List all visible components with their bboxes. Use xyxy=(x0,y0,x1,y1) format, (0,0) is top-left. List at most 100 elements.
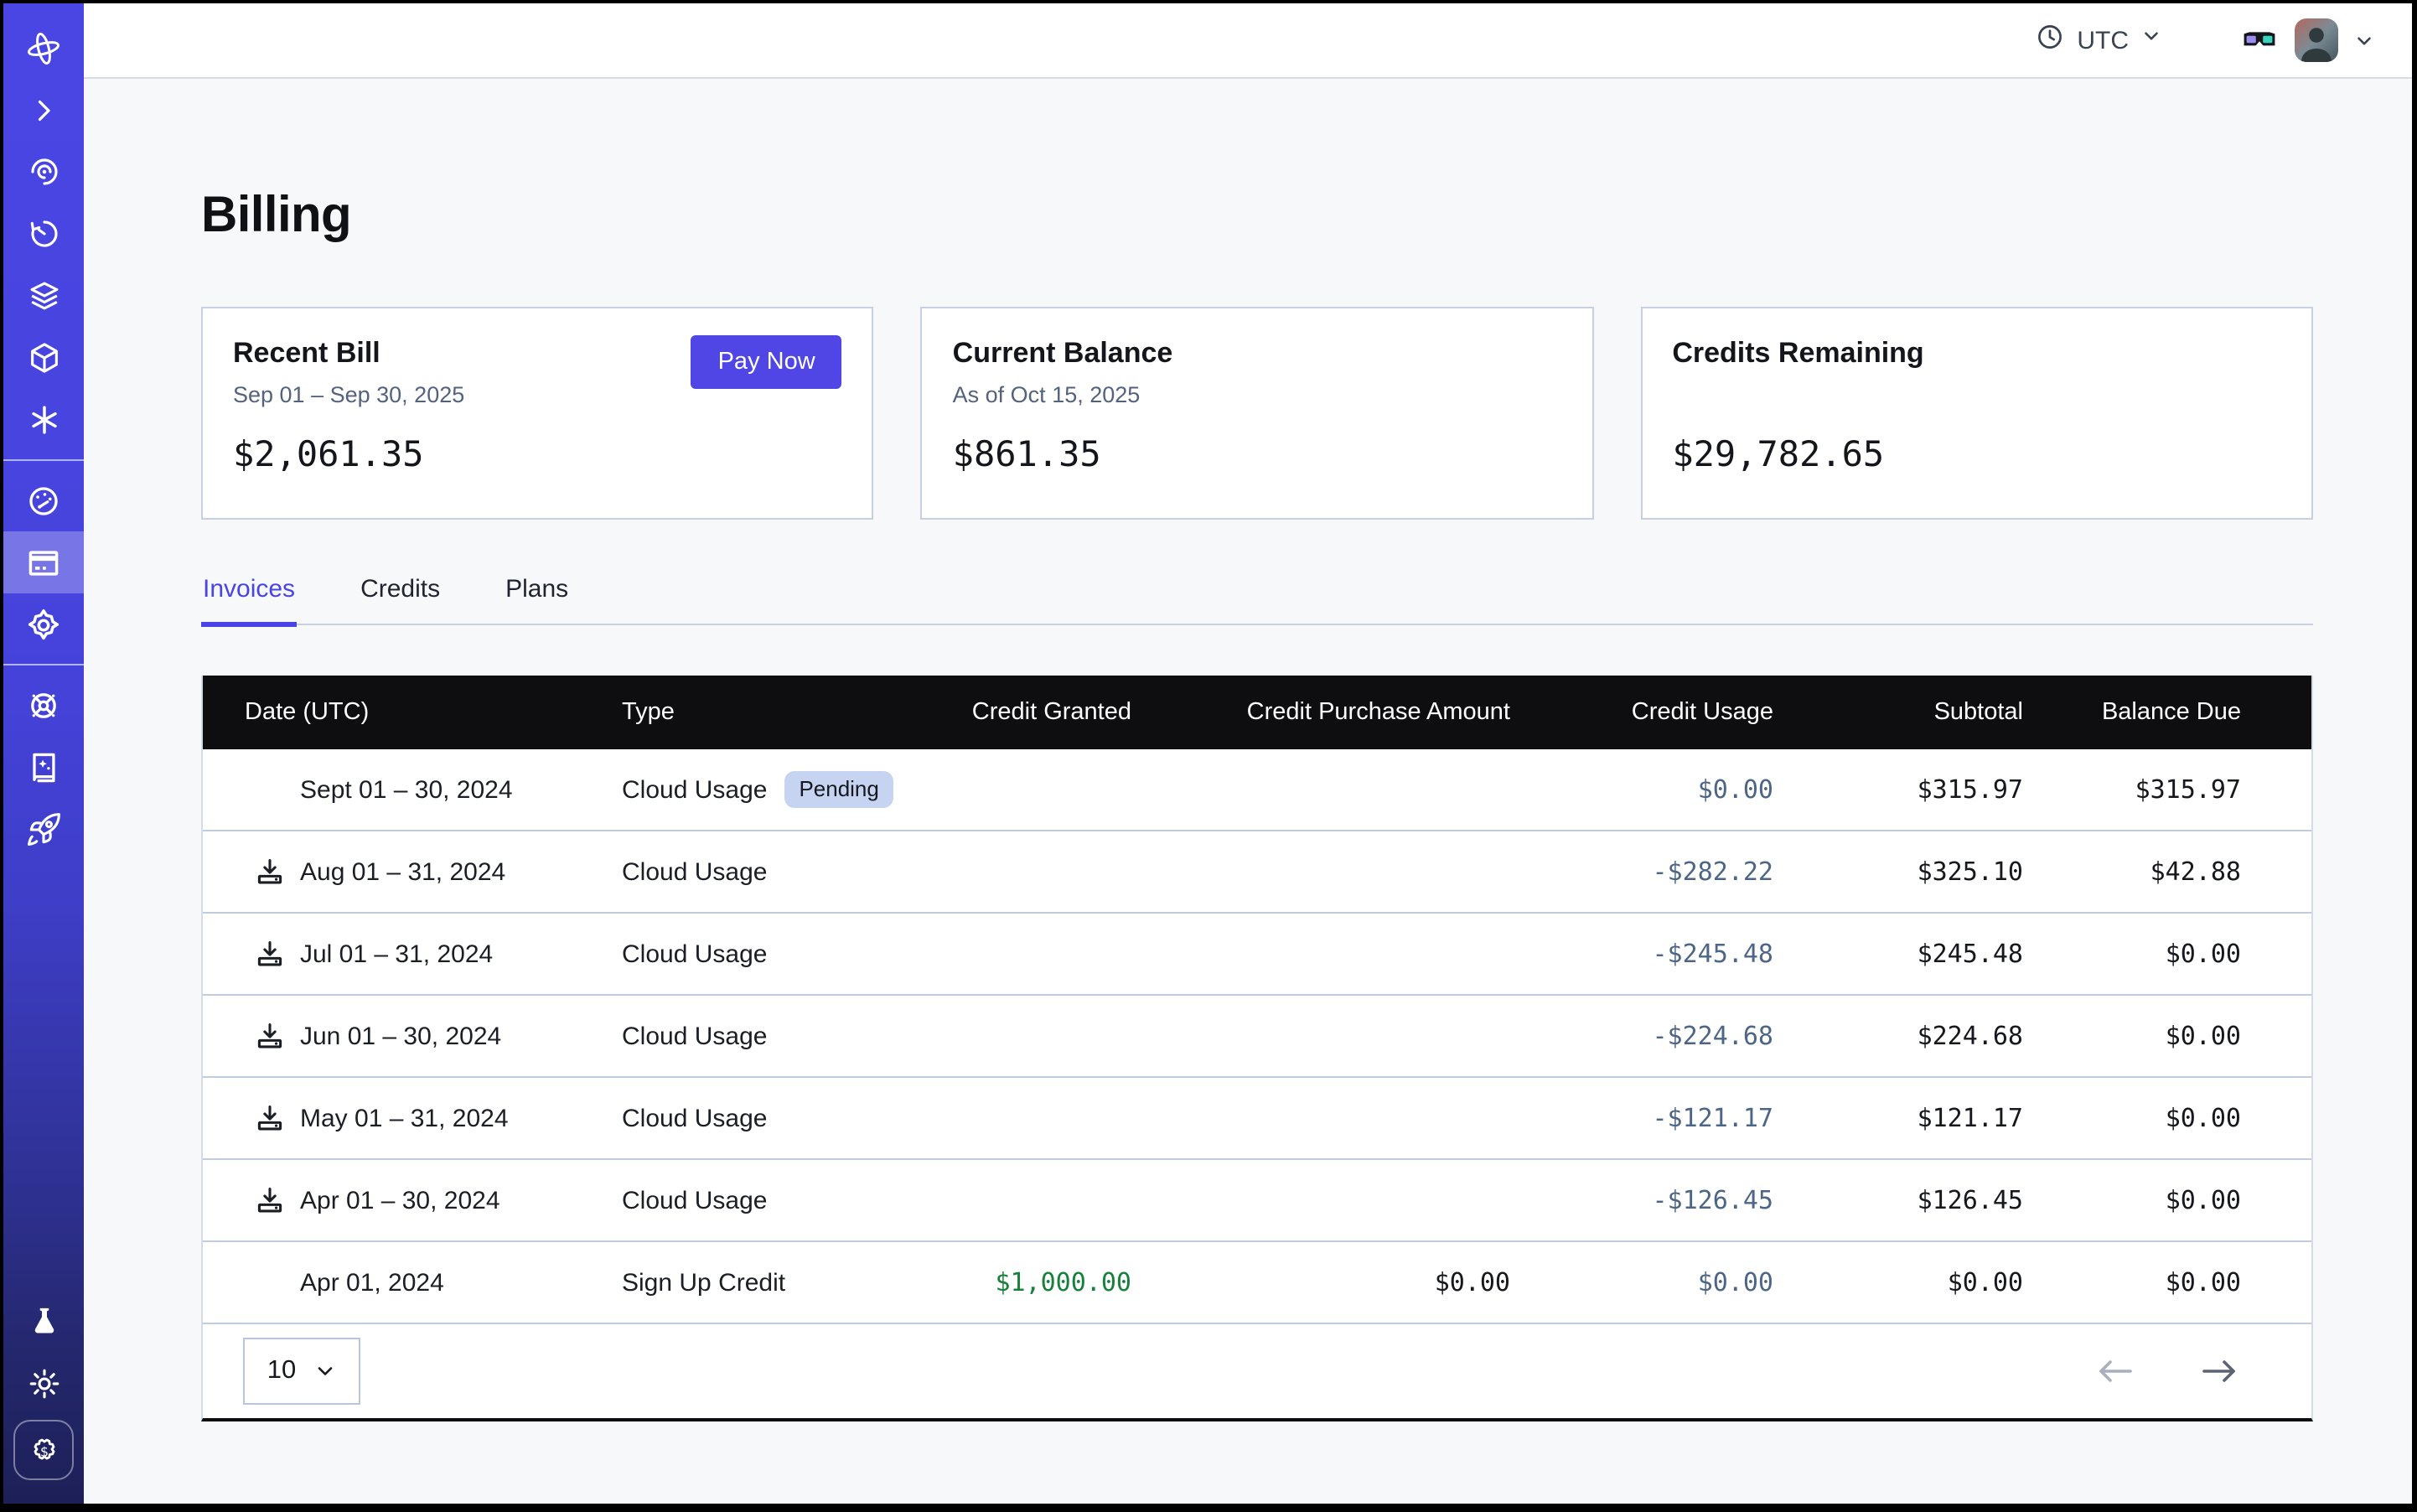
collapse-sidebar-chevron-icon[interactable] xyxy=(3,79,84,141)
pagination-controls xyxy=(2097,1358,2238,1385)
balance-due-value: $315.97 xyxy=(2023,774,2241,805)
invoice-type: Cloud Usage xyxy=(622,1104,767,1132)
support-helm-icon[interactable] xyxy=(3,674,84,736)
svg-text:$: $ xyxy=(39,1442,48,1458)
credit-granted-value: $1,000.00 xyxy=(907,1267,1131,1297)
invoice-type: Cloud Usage xyxy=(622,857,767,886)
invoice-type: Sign Up Credit xyxy=(622,1268,785,1297)
credit-usage-value: -$224.68 xyxy=(1510,1021,1773,1051)
invoice-row: Jul 01 – 31, 2024 Cloud Usage -$245.48 $… xyxy=(203,914,2311,996)
column-header-type: Type xyxy=(622,699,907,726)
credit-usage-value: -$245.48 xyxy=(1510,939,1773,969)
invoice-date: Apr 01 – 30, 2024 xyxy=(300,1186,500,1214)
user-avatar[interactable] xyxy=(2295,18,2338,62)
pending-badge: Pending xyxy=(784,771,893,808)
chevron-down-icon[interactable] xyxy=(2353,29,2375,51)
labs-flask-icon[interactable] xyxy=(3,1291,84,1353)
page-size-value: 10 xyxy=(267,1356,297,1386)
balance-due-value: $0.00 xyxy=(2023,1185,2241,1215)
getting-started-rocket-icon[interactable] xyxy=(3,798,84,860)
sidebar: $ xyxy=(3,3,84,1504)
tab-plans[interactable]: Plans xyxy=(504,575,570,624)
invoice-row: Sept 01 – 30, 2024 Cloud Usage Pending $… xyxy=(203,749,2311,831)
app-window: $ UTC xyxy=(0,0,2417,1512)
sidebar-item-billing[interactable] xyxy=(3,531,84,593)
invoice-row: Jun 01 – 30, 2024 Cloud Usage -$224.68 $… xyxy=(203,996,2311,1078)
subtotal-value: $315.97 xyxy=(1773,774,2023,805)
chevron-down-icon xyxy=(2140,25,2162,55)
functions-asterisk-icon[interactable] xyxy=(3,389,84,451)
invoices-table: Date (UTC) Type Credit Granted Credit Pu… xyxy=(201,676,2313,1421)
tab-credits[interactable]: Credits xyxy=(359,575,442,624)
download-invoice-button[interactable] xyxy=(255,939,285,969)
column-header-credit-usage: Credit Usage xyxy=(1510,699,1773,726)
billing-page: Billing Recent Bill Sep 01 – Sep 30, 202… xyxy=(84,79,2412,1504)
card-subtitle xyxy=(1672,381,2281,411)
invoice-row: May 01 – 31, 2024 Cloud Usage -$121.17 $… xyxy=(203,1078,2311,1160)
current-balance-amount: $861.35 xyxy=(953,434,1562,474)
balance-due-value: $0.00 xyxy=(2023,1103,2241,1133)
live-view-icon[interactable] xyxy=(3,141,84,203)
invoice-row: Apr 01 – 30, 2024 Cloud Usage -$126.45 $… xyxy=(203,1160,2311,1242)
timezone-selector[interactable]: UTC xyxy=(2035,21,2162,60)
summary-cards: Recent Bill Sep 01 – Sep 30, 2025 $2,061… xyxy=(201,307,2313,520)
tab-invoices[interactable]: Invoices xyxy=(201,575,297,627)
sidebar-divider xyxy=(3,664,84,665)
credits-remaining-amount: $29,782.65 xyxy=(1672,434,2281,474)
credit-purchase-value: $0.00 xyxy=(1131,1267,1510,1297)
history-timer-icon[interactable] xyxy=(3,203,84,265)
credit-usage-value: $0.00 xyxy=(1510,1267,1773,1297)
invoice-date: May 01 – 31, 2024 xyxy=(300,1104,509,1132)
table-header: Date (UTC) Type Credit Granted Credit Pu… xyxy=(203,676,2311,749)
table-footer: 10 xyxy=(203,1324,2311,1418)
column-header-credit-granted: Credit Granted xyxy=(907,699,1131,726)
invoice-row: Apr 01, 2024 Sign Up Credit $1,000.00 $0… xyxy=(203,1242,2311,1324)
credits-badge-button[interactable]: $ xyxy=(13,1420,74,1480)
balance-due-value: $0.00 xyxy=(2023,1267,2241,1297)
column-header-credit-purchase-amount: Credit Purchase Amount xyxy=(1131,699,1510,726)
subtotal-value: $325.10 xyxy=(1773,857,2023,887)
column-header-subtotal: Subtotal xyxy=(1773,699,2023,726)
credit-usage-value: $0.00 xyxy=(1510,774,1773,805)
theme-sun-icon[interactable] xyxy=(3,1353,84,1415)
download-invoice-button[interactable] xyxy=(255,857,285,887)
column-header-date: Date (UTC) xyxy=(203,699,622,726)
prev-page-arrow-icon[interactable] xyxy=(2097,1358,2134,1385)
subtotal-value: $126.45 xyxy=(1773,1185,2023,1215)
download-invoice-button[interactable] xyxy=(255,1021,285,1051)
next-page-arrow-icon[interactable] xyxy=(2201,1358,2238,1385)
invoice-date: Apr 01, 2024 xyxy=(300,1268,444,1297)
layers-icon[interactable] xyxy=(3,265,84,327)
card-subtitle: As of Oct 15, 2025 xyxy=(953,381,1562,411)
invoice-date: Jul 01 – 31, 2024 xyxy=(300,940,493,968)
download-invoice-button[interactable] xyxy=(255,1185,285,1215)
timezone-label: UTC xyxy=(2077,26,2129,54)
invoice-type: Cloud Usage xyxy=(622,775,767,804)
3d-glasses-icon[interactable] xyxy=(2239,20,2280,60)
page-title: Billing xyxy=(201,186,2313,246)
invoice-table-body: Sept 01 – 30, 2024 Cloud Usage Pending $… xyxy=(203,749,2311,1324)
invoice-row: Aug 01 – 31, 2024 Cloud Usage -$282.22 $… xyxy=(203,831,2311,914)
recent-bill-amount: $2,061.35 xyxy=(233,434,842,474)
topbar: UTC xyxy=(84,3,2412,79)
invoice-type: Cloud Usage xyxy=(622,1186,767,1214)
clock-icon xyxy=(2035,21,2065,60)
containers-cube-icon[interactable] xyxy=(3,327,84,389)
pay-now-button[interactable]: Pay Now xyxy=(691,335,842,389)
page-size-select[interactable]: 10 xyxy=(243,1338,360,1405)
invoice-type: Cloud Usage xyxy=(622,940,767,968)
billing-tabs: Invoices Credits Plans xyxy=(201,575,2313,625)
settings-gear-icon[interactable] xyxy=(3,593,84,655)
card-title: Current Balance xyxy=(953,335,1562,372)
main-area: UTC xyxy=(84,3,2412,1504)
invoice-date: Sept 01 – 30, 2024 xyxy=(300,775,513,804)
sidebar-divider xyxy=(3,459,84,461)
download-invoice-button[interactable] xyxy=(255,1103,285,1133)
balance-due-value: $0.00 xyxy=(2023,939,2241,969)
balance-due-value: $42.88 xyxy=(2023,857,2241,887)
app-logo-icon[interactable] xyxy=(3,17,84,79)
credits-remaining-card: Credits Remaining $29,782.65 xyxy=(1640,307,2313,520)
invoice-type: Cloud Usage xyxy=(622,1022,767,1050)
usage-gauge-icon[interactable] xyxy=(3,469,84,531)
docs-book-icon[interactable] xyxy=(3,736,84,798)
